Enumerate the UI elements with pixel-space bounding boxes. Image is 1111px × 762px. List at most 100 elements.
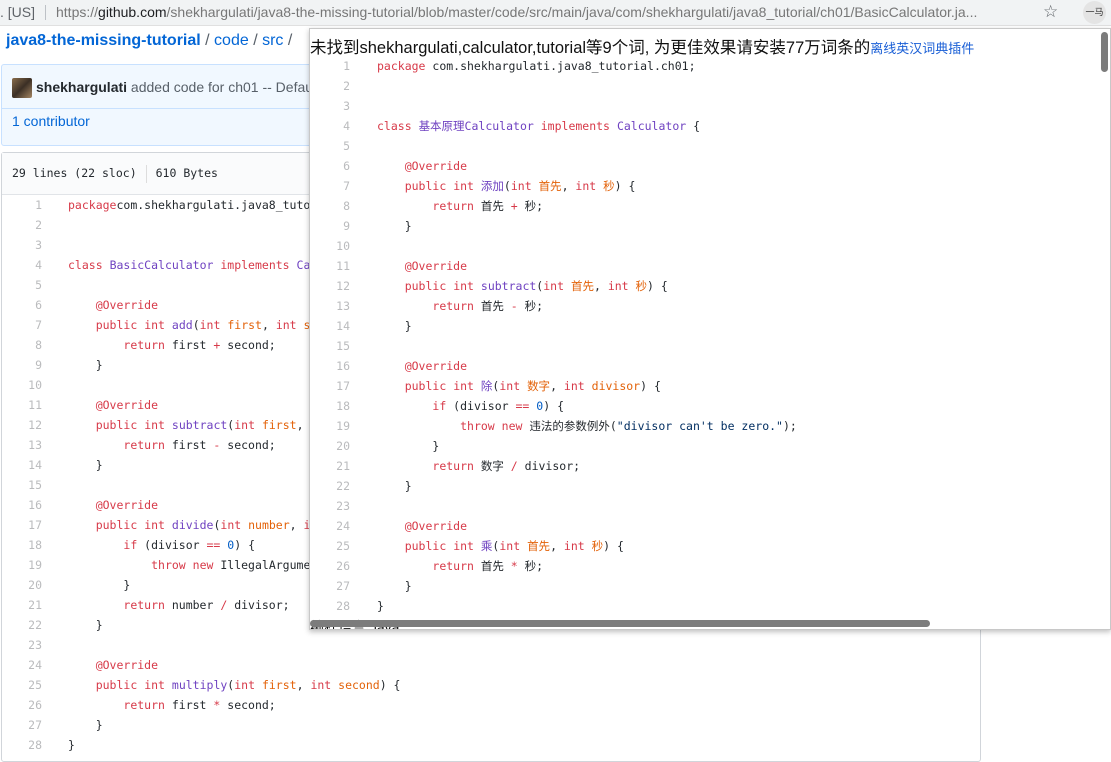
code-token: return [432,299,474,313]
line-number[interactable]: 7 [310,176,350,196]
line-number[interactable]: 16 [310,356,350,376]
code-token: 数字 [527,379,551,393]
code-token: @Override [95,298,159,312]
code-token: BasicCalculator [109,258,214,272]
line-number[interactable]: 17 [310,376,350,396]
code-token: @Override [404,159,468,173]
line-number[interactable]: 20 [310,436,350,456]
contributors-link[interactable]: 1 contributor [12,113,90,129]
breadcrumb-src-link[interactable]: src [262,32,283,49]
code-token: first [164,438,214,452]
line-number[interactable]: 9 [0,355,42,375]
line-number[interactable]: 25 [0,675,42,695]
line-number[interactable]: 10 [0,375,42,395]
address-bar[interactable]: . [US] https://github.com/shekhargulati/… [0,0,1068,25]
code-token: , [550,539,564,553]
line-number[interactable]: 8 [0,335,42,355]
code-token: public [404,179,447,193]
code-token: implements [220,258,290,272]
code-text: } [68,575,130,595]
line-number[interactable]: 21 [310,456,350,476]
line-number[interactable]: 22 [310,476,350,496]
line-number[interactable]: 2 [310,76,350,96]
line-number[interactable]: 5 [0,275,42,295]
line-number[interactable]: 13 [310,296,350,316]
line-number[interactable]: 22 [0,615,42,635]
code-token: 秒; [517,199,544,213]
code-token: @Override [95,658,159,672]
line-number[interactable]: 27 [310,576,350,596]
code-token: + [510,199,518,213]
extension-icon[interactable]: 一马 [1083,1,1106,24]
line-number[interactable]: 27 [0,715,42,735]
code-token: implements [540,119,610,133]
line-number[interactable]: 7 [0,315,42,335]
line-number[interactable]: 19 [0,555,42,575]
code-token: if [432,399,447,413]
line-number[interactable]: 4 [0,255,42,275]
line-number[interactable]: 18 [310,396,350,416]
line-number[interactable]: 2 [0,215,42,235]
breadcrumb-repo-link[interactable]: java8-the-missing-tutorial [6,32,201,49]
line-number[interactable]: 11 [310,256,350,276]
line-number[interactable]: 28 [0,735,42,755]
code-text: package com.shekhargulati.java8_tutorial… [377,56,696,76]
browser-toolbar: . [US] https://github.com/shekhargulati/… [0,0,1111,26]
code-text: @Override [68,495,158,515]
code-token: int [453,179,474,193]
line-number[interactable]: 6 [310,156,350,176]
translated-code-listing: 1 package com.shekhargulati.java8_tutoria… [310,56,797,616]
code-text: @Override [377,156,467,176]
line-number[interactable]: 15 [0,475,42,495]
line-number[interactable]: 14 [0,455,42,475]
line-number[interactable]: 8 [310,196,350,216]
line-number[interactable]: 6 [0,295,42,315]
vertical-scrollbar[interactable] [1101,32,1108,72]
line-number[interactable]: 1 [310,56,350,76]
line-number[interactable]: 24 [310,516,350,536]
code-text: } [68,455,103,475]
url-text: https://github.com/shekhargulati/java8-t… [56,0,977,24]
breadcrumb-code-link[interactable]: code [214,32,249,49]
line-number[interactable]: 9 [310,216,350,236]
code-text: throw new 违法的参数例外("divisor can't be zero… [377,416,797,436]
line-number[interactable]: 26 [0,695,42,715]
line-number[interactable]: 28 [310,596,350,616]
line-number[interactable]: 11 [0,395,42,415]
commit-author-link[interactable]: shekhargulati [36,79,127,95]
dictionary-plugin-link[interactable]: 离线英汉词典插件 [870,41,974,56]
horizontal-scrollbar[interactable] [310,620,930,627]
line-number[interactable]: 21 [0,595,42,615]
line-number[interactable]: 17 [0,515,42,535]
line-number[interactable]: 23 [310,496,350,516]
line-number[interactable]: 23 [0,635,42,655]
line-number[interactable]: 25 [310,536,350,556]
line-number[interactable]: 10 [310,236,350,256]
line-number[interactable]: 3 [0,235,42,255]
line-number[interactable]: 14 [310,316,350,336]
line-number[interactable]: 12 [0,415,42,435]
line-number[interactable]: 12 [310,276,350,296]
line-number[interactable]: 24 [0,655,42,675]
code-token: class [68,258,103,272]
avatar[interactable] [12,78,32,99]
line-number[interactable]: 20 [0,575,42,595]
line-number[interactable]: 16 [0,495,42,515]
line-number[interactable]: 19 [310,416,350,436]
code-line: 11 @Override [0,395,158,415]
line-number[interactable]: 4 [310,116,350,136]
code-text: } [68,735,75,755]
line-number[interactable]: 5 [310,136,350,156]
bookmark-star-icon[interactable]: ☆ [1043,1,1058,23]
code-token: int [499,379,521,393]
line-number[interactable]: 26 [310,556,350,576]
line-number[interactable]: 18 [0,535,42,555]
line-number[interactable]: 1 [0,195,42,215]
line-number[interactable]: 15 [310,336,350,356]
line-number[interactable]: 3 [310,96,350,116]
line-number[interactable]: 13 [0,435,42,455]
